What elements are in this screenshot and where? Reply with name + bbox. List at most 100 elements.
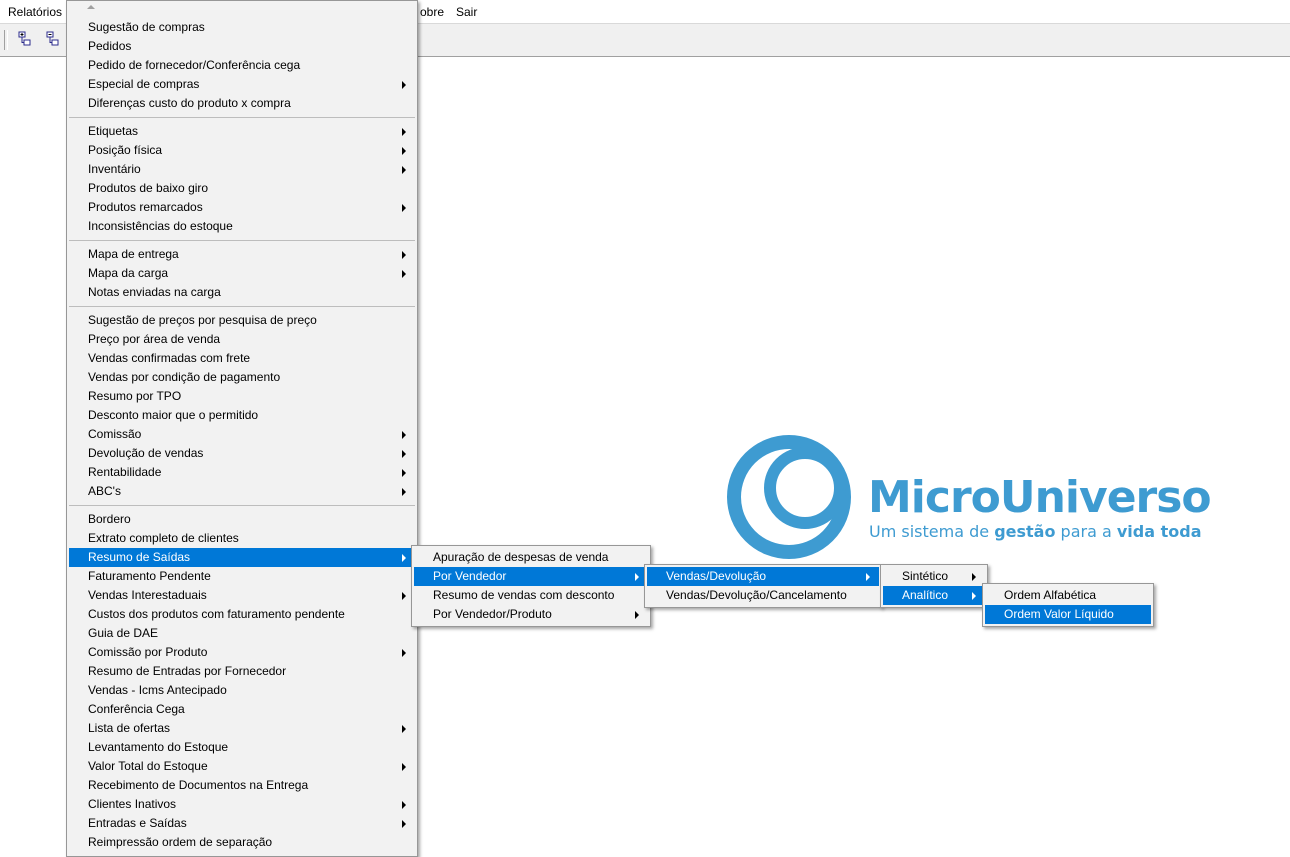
menu-item-label: Produtos de baixo giro [88,181,209,195]
menu-item-rentabilidade[interactable]: Rentabilidade [69,463,415,482]
menu-item-label: Ordem Alfabética [1004,588,1097,602]
menu-item-label: Reimpressão ordem de separação [88,835,273,849]
menu-item-label: Levantamento do Estoque [88,740,229,754]
menu-item-mapa-da-carga[interactable]: Mapa da carga [69,264,415,283]
menu-item-bordero[interactable]: Bordero [69,510,415,529]
menu-item-extrato-completo-de-clientes[interactable]: Extrato completo de clientes [69,529,415,548]
menu-item-label: Etiquetas [88,124,139,138]
menu-item-reimpressao-ordem-de-separacao[interactable]: Reimpressão ordem de separação [69,833,415,852]
menu-item-vendas-por-condicao-de-pagamento[interactable]: Vendas por condição de pagamento [69,368,415,387]
submenu-arrow-icon [402,81,406,89]
menu-item-resumo-de-entradas-por-fornecedor[interactable]: Resumo de Entradas por Fornecedor [69,662,415,681]
menu-item-label: Comissão [88,427,142,441]
submenu-arrow-icon [402,166,406,174]
menu-item-comissao[interactable]: Comissão [69,425,415,444]
submenu-arrow-icon [402,554,406,562]
menu-item-preco-por-area-de-venda[interactable]: Preço por área de venda [69,330,415,349]
tree-expand-icon [18,31,31,46]
menu-item-label: Apuração de despesas de venda [433,550,609,564]
menu-item-label: Por Vendedor [433,569,507,583]
menubar-sobre[interactable]: obre [420,4,444,20]
menu-item-valor-total-do-estoque[interactable]: Valor Total do Estoque [69,757,415,776]
menu-item-label: Especial de compras [88,77,200,91]
menu-item-label: ABC's [88,484,121,498]
toolbar-grip[interactable] [4,30,8,50]
menu-item-pedido-de-fornecedor-conferencia-cega[interactable]: Pedido de fornecedor/Conferência cega [69,56,415,75]
menu-item-label: Clientes Inativos [88,797,177,811]
menu-item-resumo-de-saidas[interactable]: Resumo de Saídas [69,548,415,567]
menu-item-diferencas-custo-do-produto-x-compra[interactable]: Diferenças custo do produto x compra [69,94,415,113]
menu-item-devolucao-de-vendas[interactable]: Devolução de vendas [69,444,415,463]
menu-item-recebimento-de-documentos-na-entrega[interactable]: Recebimento de Documentos na Entrega [69,776,415,795]
menu-item-levantamento-do-estoque[interactable]: Levantamento do Estoque [69,738,415,757]
menu-item-resumo-de-vendas-com-desconto[interactable]: Resumo de vendas com desconto [414,586,648,605]
submenu-arrow-icon [402,469,406,477]
menu-item-label: Entradas e Saídas [88,816,187,830]
tree-expand-button[interactable] [13,27,37,51]
menu-item-vendas-confirmadas-com-frete[interactable]: Vendas confirmadas com frete [69,349,415,368]
menu-item-desconto-maior-que-o-permitido[interactable]: Desconto maior que o permitido [69,406,415,425]
submenu-arrow-icon [635,573,639,581]
menu-item-label: Resumo de vendas com desconto [433,588,615,602]
menu-item-label: Rentabilidade [88,465,162,479]
menu-item-notas-enviadas-na-carga[interactable]: Notas enviadas na carga [69,283,415,302]
menu-item-clientes-inativos[interactable]: Clientes Inativos [69,795,415,814]
menu-item-label: Bordero [88,512,131,526]
menu-item-custos-dos-produtos-com-faturamento-pendente[interactable]: Custos dos produtos com faturamento pend… [69,605,415,624]
menu-item-vendas-icms-antecipado[interactable]: Vendas - Icms Antecipado [69,681,415,700]
vendas-devolucao-submenu: Sintético Analítico [880,564,988,608]
submenu-arrow-icon [402,431,406,439]
menu-item-lista-de-ofertas[interactable]: Lista de ofertas [69,719,415,738]
submenu-arrow-icon [402,592,406,600]
menu-item-label: Ordem Valor Líquido [1004,607,1114,621]
submenu-arrow-icon [402,801,406,809]
menu-item-analitico[interactable]: Analítico [883,586,985,605]
menu-item-apuracao-de-despesas-de-venda[interactable]: Apuração de despesas de venda [414,548,648,567]
menu-item-ordem-valor-liquido[interactable]: Ordem Valor Líquido [985,605,1151,624]
menu-item-resumo-por-tpo[interactable]: Resumo por TPO [69,387,415,406]
menu-item-sintetico[interactable]: Sintético [883,567,985,586]
menu-item-inventario[interactable]: Inventário [69,160,415,179]
menu-item-especial-de-compras[interactable]: Especial de compras [69,75,415,94]
submenu-arrow-icon [402,725,406,733]
submenu-arrow-icon [635,611,639,619]
menubar-sair[interactable]: Sair [456,4,477,20]
logo-tagline: Um sistema de gestão para a vida toda [869,522,1202,541]
menu-item-etiquetas[interactable]: Etiquetas [69,122,415,141]
menu-item-sugestao-de-compras[interactable]: Sugestão de compras [69,18,415,37]
menu-item-pedidos[interactable]: Pedidos [69,37,415,56]
menu-item-faturamento-pendente[interactable]: Faturamento Pendente [69,567,415,586]
menu-item-inconsistencias-do-estoque[interactable]: Inconsistências do estoque [69,217,415,236]
menu-item-posicao-fisica[interactable]: Posição física [69,141,415,160]
menu-item-label: Comissão por Produto [88,645,208,659]
menu-item-abc-s[interactable]: ABC's [69,482,415,501]
menu-item-por-vendedor-produto[interactable]: Por Vendedor/Produto [414,605,648,624]
menu-item-mapa-de-entrega[interactable]: Mapa de entrega [69,245,415,264]
menu-item-produtos-remarcados[interactable]: Produtos remarcados [69,198,415,217]
menu-item-label: Sugestão de compras [88,20,205,34]
menu-item-conferencia-cega[interactable]: Conferência Cega [69,700,415,719]
menu-item-label: Resumo de Entradas por Fornecedor [88,664,287,678]
menu-item-entradas-e-saidas[interactable]: Entradas e Saídas [69,814,415,833]
tree-collapse-button[interactable] [41,27,65,51]
menu-item-vendas-devolucao[interactable]: Vendas/Devolução [647,567,879,586]
menu-item-label: Inconsistências do estoque [88,219,233,233]
submenu-arrow-icon [402,147,406,155]
menu-item-sugestao-de-precos-por-pesquisa-de-preco[interactable]: Sugestão de preços por pesquisa de preço [69,311,415,330]
menu-item-vendas-devolucao-cancelamento[interactable]: Vendas/Devolução/Cancelamento [647,586,879,605]
menu-item-label: Vendas - Icms Antecipado [88,683,227,697]
scroll-up-arrow-icon[interactable] [87,5,95,9]
menu-item-por-vendedor[interactable]: Por Vendedor [414,567,648,586]
submenu-arrow-icon [402,128,406,136]
menu-item-label: Valor Total do Estoque [88,759,208,773]
menu-item-ordem-alfabetica[interactable]: Ordem Alfabética [985,586,1151,605]
menu-item-label: Notas enviadas na carga [88,285,221,299]
menu-item-vendas-interestaduais[interactable]: Vendas Interestaduais [69,586,415,605]
menu-item-comissao-por-produto[interactable]: Comissão por Produto [69,643,415,662]
menu-item-label: Resumo de Saídas [88,550,191,564]
menu-item-produtos-de-baixo-giro[interactable]: Produtos de baixo giro [69,179,415,198]
menubar-relatorios[interactable]: Relatórios [8,4,62,20]
menu-item-label: Diferenças custo do produto x compra [88,96,291,110]
menu-item-guia-de-dae[interactable]: Guia de DAE [69,624,415,643]
menu-item-label: Mapa de entrega [88,247,179,261]
